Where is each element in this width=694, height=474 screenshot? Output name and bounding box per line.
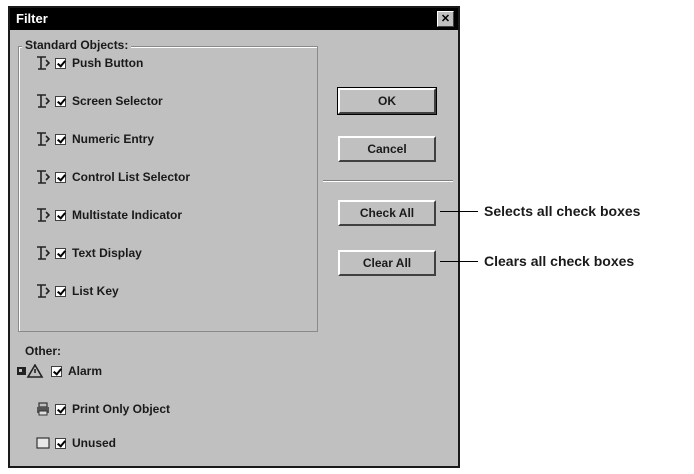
item-label: Control List Selector: [72, 170, 191, 184]
check-all-callout: Selects all check boxes: [484, 203, 641, 219]
text-display-checkbox[interactable]: [55, 247, 66, 259]
item-label: Text Display: [72, 246, 142, 260]
other-label: Other:: [22, 344, 64, 358]
clear-all-callout-line: [440, 261, 478, 262]
filter-dialog: Filter ✕ Standard Objects: Push Button S…: [8, 6, 460, 468]
object-icon: [36, 246, 50, 260]
item-list-key[interactable]: List Key: [36, 282, 119, 300]
screen-selector-checkbox[interactable]: [55, 95, 66, 107]
close-button[interactable]: ✕: [437, 11, 454, 27]
item-label: Unused: [72, 436, 117, 450]
item-label: Screen Selector: [72, 94, 163, 108]
object-icon: [36, 94, 50, 108]
item-label: Push Button: [72, 56, 144, 70]
item-screen-selector[interactable]: Screen Selector: [36, 92, 163, 110]
item-multistate-indicator[interactable]: Multistate Indicator: [36, 206, 182, 224]
numeric-entry-checkbox[interactable]: [55, 133, 66, 145]
item-label: Print Only Object: [72, 402, 171, 416]
item-label: List Key: [72, 284, 119, 298]
object-icon: [36, 284, 50, 298]
button-separator: [323, 180, 453, 182]
printer-icon: [36, 402, 50, 416]
cancel-button[interactable]: Cancel: [338, 136, 436, 162]
title-bar: Filter ✕: [10, 8, 458, 30]
item-push-button[interactable]: Push Button: [36, 54, 143, 72]
print-only-object-checkbox[interactable]: [55, 403, 66, 415]
list-key-checkbox[interactable]: [55, 285, 66, 297]
alarm-checkbox[interactable]: [51, 365, 62, 377]
check-all-callout-line: [440, 211, 478, 212]
dialog-title: Filter: [16, 11, 48, 26]
ok-button[interactable]: OK: [337, 87, 437, 115]
object-icon: [36, 132, 50, 146]
item-alarm[interactable]: Alarm: [16, 362, 102, 380]
clear-all-button[interactable]: Clear All: [338, 250, 436, 276]
unused-checkbox[interactable]: [55, 437, 66, 449]
unused-box-icon: [36, 436, 50, 450]
item-label: Multistate Indicator: [72, 208, 183, 222]
item-print-only-object[interactable]: Print Only Object: [36, 400, 170, 418]
item-unused[interactable]: Unused: [36, 434, 116, 452]
clear-all-callout: Clears all check boxes: [484, 253, 635, 269]
item-label: Numeric Entry: [72, 132, 155, 146]
object-icon: [36, 56, 50, 70]
item-numeric-entry[interactable]: Numeric Entry: [36, 130, 154, 148]
control-list-selector-checkbox[interactable]: [55, 171, 66, 183]
alarm-icon: [16, 364, 46, 378]
multistate-indicator-checkbox[interactable]: [55, 209, 66, 221]
item-label: Alarm: [68, 364, 103, 378]
object-icon: [36, 208, 50, 222]
item-text-display[interactable]: Text Display: [36, 244, 142, 262]
object-icon: [36, 170, 50, 184]
push-button-checkbox[interactable]: [55, 57, 66, 69]
check-all-button[interactable]: Check All: [338, 200, 436, 226]
item-control-list-selector[interactable]: Control List Selector: [36, 168, 190, 186]
standard-objects-label: Standard Objects:: [22, 38, 132, 52]
